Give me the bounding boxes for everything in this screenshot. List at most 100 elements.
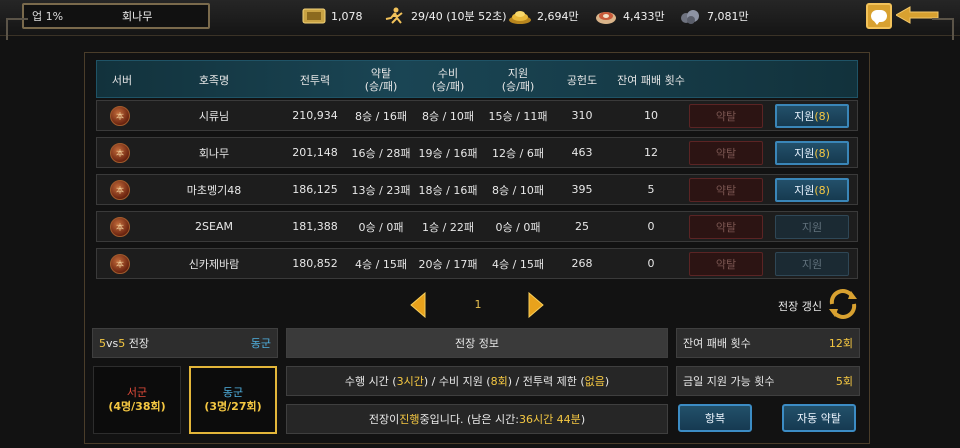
support-count: (8) bbox=[814, 146, 830, 160]
header-defense-title: 수비 bbox=[437, 67, 459, 80]
plunder-button[interactable]: 약탈 bbox=[689, 215, 763, 239]
resource-value: 2,694만 bbox=[537, 10, 579, 23]
plunder-record: 13승 / 23패 bbox=[351, 183, 411, 197]
header-remaining-losses: 잔여 패배 횟수 bbox=[617, 73, 685, 87]
defense-record: 20승 / 17패 bbox=[418, 257, 478, 271]
support-button[interactable]: 지원 bbox=[775, 215, 849, 239]
combat-power: 186,125 bbox=[292, 183, 338, 196]
support-button[interactable]: 지원 (8) bbox=[775, 178, 849, 202]
remaining-losses: 10 bbox=[644, 109, 658, 122]
contribution: 395 bbox=[571, 183, 593, 196]
resource-value: 7,081만 bbox=[707, 10, 749, 23]
prev-page-arrow-icon[interactable] bbox=[410, 291, 426, 322]
plunder-record: 0승 / 0패 bbox=[358, 220, 404, 234]
support-record: 8승 / 10패 bbox=[492, 183, 544, 197]
running-man-stamina-icon bbox=[382, 7, 406, 25]
support-record: 4승 / 15패 bbox=[492, 257, 544, 271]
player-info[interactable]: 업 1% 회나무 bbox=[22, 3, 210, 29]
my-faction: 동군 bbox=[250, 337, 271, 350]
header-contribution: 공헌도 bbox=[566, 73, 598, 87]
contribution: 268 bbox=[571, 257, 593, 270]
resource-value: 1,078 bbox=[331, 9, 363, 23]
support-record: 0승 / 0패 bbox=[495, 220, 541, 234]
support-count: (8) bbox=[814, 109, 830, 123]
support-record: 15승 / 11패 bbox=[488, 109, 548, 123]
next-page-arrow-icon[interactable] bbox=[528, 291, 544, 322]
chat-bubble-icon bbox=[871, 10, 887, 25]
header-power: 전투력 bbox=[299, 73, 331, 87]
table-row: 本 회나무 201,148 16승 / 28패 19승 / 16패 12승 / 6패 463… bbox=[96, 137, 858, 168]
support-button-label: 지원 bbox=[794, 147, 815, 160]
clan-name: 시류님 bbox=[198, 109, 230, 123]
plunder-button[interactable]: 약탈 bbox=[689, 252, 763, 276]
refresh-icon[interactable] bbox=[826, 288, 860, 324]
remaining-losses: 5 bbox=[647, 183, 655, 196]
remaining-losses-value: 12회 bbox=[828, 337, 853, 350]
table-header: 서버 호족명 전투력 약탈 (승/패) 수비 (승/패) 지원 (승/패) 공헌… bbox=[96, 60, 858, 98]
resource-value: 4,433만 bbox=[623, 10, 665, 23]
support-button[interactable]: 지원 bbox=[775, 252, 849, 276]
header-plunder-title: 약탈 bbox=[370, 67, 392, 80]
server-emblem-icon: 本 bbox=[110, 143, 130, 163]
east-army-panel[interactable]: 동군 (3명/27회) bbox=[189, 366, 277, 434]
table-row: 本 시류님 210,934 8승 / 16패 8승 / 10패 15승 / 11패 310 1… bbox=[96, 100, 858, 131]
header-defense: 수비 (승/패) bbox=[415, 61, 481, 99]
clan-name: 신카제바람 bbox=[188, 257, 240, 271]
support-record: 12승 / 6패 bbox=[492, 146, 544, 160]
server-emblem-icon: 本 bbox=[110, 106, 130, 126]
battle-mode-panel: 5vs5 전장 동군 bbox=[92, 328, 278, 358]
east-army-title: 동군 bbox=[222, 386, 244, 399]
header-clan: 호족명 bbox=[198, 73, 230, 87]
west-army-title: 서군 bbox=[126, 386, 148, 399]
defense-record: 1승 / 22패 bbox=[422, 220, 474, 234]
frame-corner-ornament bbox=[6, 18, 28, 40]
table-row: 本 2SEAM 181,388 0승 / 0패 1승 / 22패 0승 / 0패 25 0 약탈… bbox=[96, 211, 858, 242]
plunder-record: 8승 / 16패 bbox=[355, 109, 407, 123]
contribution: 463 bbox=[571, 146, 593, 159]
support-button[interactable]: 지원 (8) bbox=[775, 104, 849, 128]
player-name: 회나무 bbox=[122, 10, 153, 23]
header-support: 지원 (승/패) bbox=[481, 61, 555, 99]
battle-mode-label: 5vs5 전장 bbox=[99, 337, 149, 350]
page-number: 1 bbox=[474, 298, 482, 311]
plunder-button[interactable]: 약탈 bbox=[689, 141, 763, 165]
auto-plunder-button[interactable]: 자동 약탈 bbox=[782, 404, 856, 432]
resource-tickets: 1,078 bbox=[302, 7, 363, 25]
ore-stone-icon bbox=[678, 7, 702, 25]
remaining-losses: 0 bbox=[647, 257, 655, 270]
support-button-label: 지원 bbox=[801, 258, 823, 271]
defense-record: 8승 / 10패 bbox=[422, 109, 474, 123]
support-button-label: 지원 bbox=[801, 221, 823, 234]
support-button-label: 지원 bbox=[794, 184, 815, 197]
battle-rules-line: 수행 시간 (3시간) / 수비 지원 (8회) / 전투력 제한 (없음) bbox=[286, 366, 668, 396]
combat-power: 180,852 bbox=[292, 257, 338, 270]
defense-record: 18승 / 16패 bbox=[418, 183, 478, 197]
surrender-button[interactable]: 항복 bbox=[678, 404, 752, 432]
table-row: 本 신카제바람 180,852 4승 / 15패 20승 / 17패 4승 / 15패 26… bbox=[96, 248, 858, 279]
resource-ore: 7,081만 bbox=[678, 7, 749, 25]
header-defense-sub: (승/패) bbox=[431, 80, 465, 93]
plunder-record: 4승 / 15패 bbox=[355, 257, 407, 271]
plunder-button[interactable]: 약탈 bbox=[689, 178, 763, 202]
header-support-title: 지원 bbox=[507, 67, 529, 80]
header-server: 서버 bbox=[111, 73, 133, 87]
chat-button[interactable] bbox=[866, 3, 892, 29]
food-meat-icon bbox=[594, 7, 618, 25]
combat-power: 210,934 bbox=[292, 109, 338, 122]
clan-name: 2SEAM bbox=[195, 220, 233, 233]
server-emblem-icon: 本 bbox=[110, 217, 130, 237]
plunder-button[interactable]: 약탈 bbox=[689, 104, 763, 128]
gold-pile-icon bbox=[508, 7, 532, 25]
resource-value: 29/40 (10분 52초) bbox=[411, 10, 507, 23]
server-emblem-icon: 本 bbox=[110, 254, 130, 274]
combat-power: 201,148 bbox=[292, 146, 338, 159]
daily-support-value: 5회 bbox=[835, 375, 853, 388]
clan-name: 회나무 bbox=[198, 146, 230, 160]
battle-info-header: 전장 정보 bbox=[286, 328, 668, 358]
daily-support-panel: 금일 지원 가능 횟수 5회 bbox=[676, 366, 860, 396]
header-support-sub: (승/패) bbox=[501, 80, 535, 93]
support-button[interactable]: 지원 (8) bbox=[775, 141, 849, 165]
west-army-panel[interactable]: 서군 (4명/38회) bbox=[93, 366, 181, 434]
defense-record: 19승 / 16패 bbox=[418, 146, 478, 160]
support-count: (8) bbox=[814, 183, 830, 197]
